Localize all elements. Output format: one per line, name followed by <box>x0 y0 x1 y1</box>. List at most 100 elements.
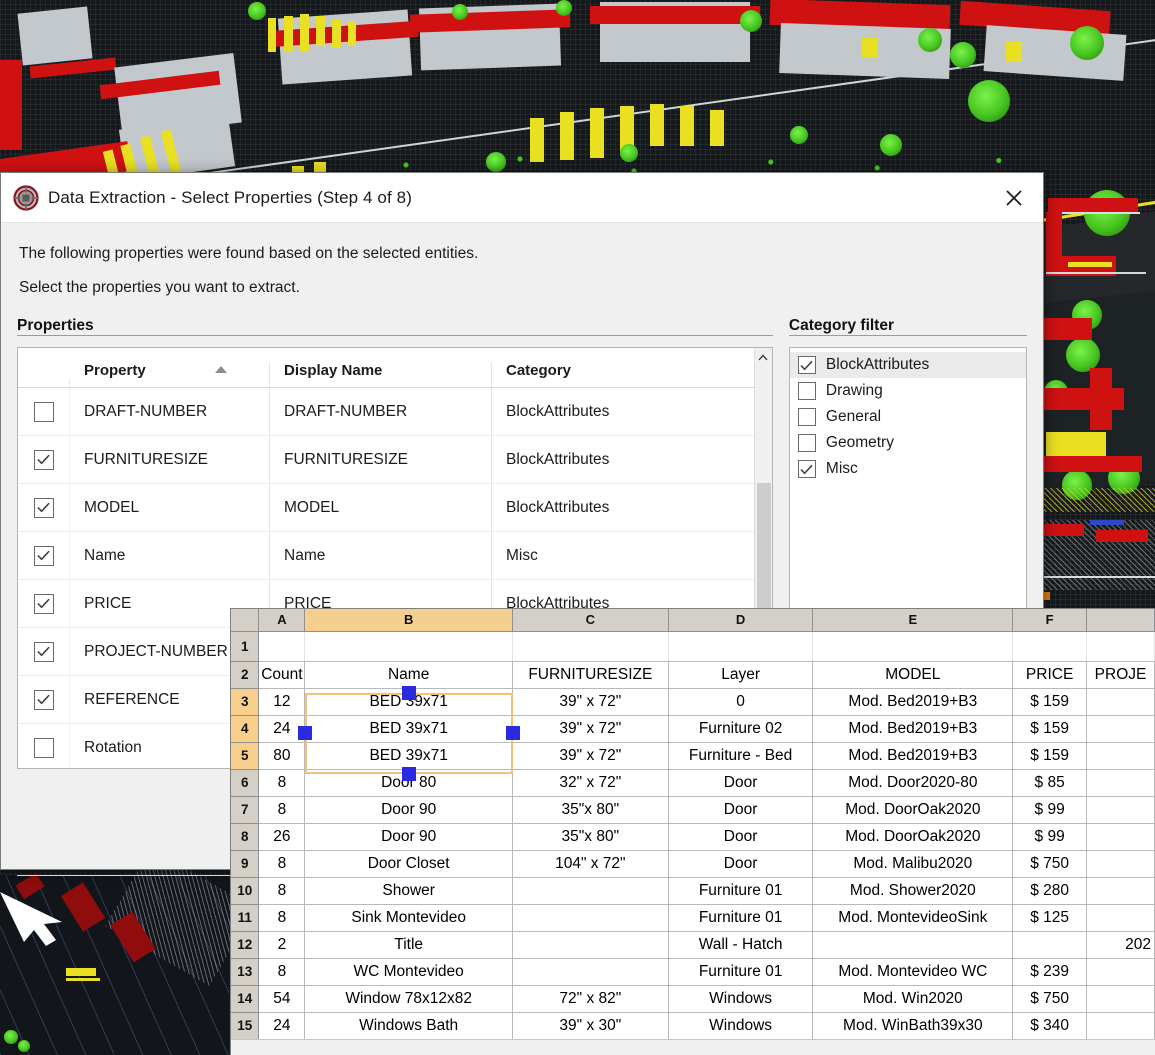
row-header[interactable]: 2 <box>231 661 259 688</box>
cell[interactable]: Furniture 01 <box>668 904 813 931</box>
cell[interactable]: 0 <box>668 688 813 715</box>
header-cell[interactable]: FURNITURESIZE <box>512 661 668 688</box>
spreadsheet[interactable]: ABCDEF12CountNameFURNITURESIZELayerMODEL… <box>230 608 1155 1055</box>
cell[interactable] <box>1013 631 1087 661</box>
property-row[interactable]: NameNameMisc <box>18 532 754 580</box>
spreadsheet-row[interactable]: 68Door 8032" x 72"DoorMod. Door2020-80$ … <box>231 769 1155 796</box>
cell[interactable]: $ 99 <box>1013 796 1087 823</box>
cell[interactable]: Door <box>668 850 813 877</box>
cell[interactable]: 32" x 72" <box>512 769 668 796</box>
cell[interactable]: Wall - Hatch <box>668 931 813 958</box>
header-cell[interactable]: Name <box>305 661 513 688</box>
cell[interactable]: BED 39x71 <box>305 688 513 715</box>
cell[interactable]: Title <box>305 931 513 958</box>
close-button[interactable] <box>991 175 1037 221</box>
cell[interactable] <box>668 631 813 661</box>
cell[interactable]: $ 750 <box>1013 985 1087 1012</box>
property-row[interactable]: MODELMODELBlockAttributes <box>18 484 754 532</box>
category-filter-item[interactable]: General <box>790 404 1026 430</box>
cell[interactable]: Mod. Door2020-80 <box>813 769 1013 796</box>
cell[interactable] <box>1087 1012 1155 1039</box>
spreadsheet-row[interactable]: 1 <box>231 631 1155 661</box>
category-filter-item[interactable]: BlockAttributes <box>790 352 1026 378</box>
cell[interactable]: BED 39x71 <box>305 715 513 742</box>
cell[interactable]: Shower <box>305 877 513 904</box>
cell[interactable]: 35"x 80" <box>512 823 668 850</box>
property-checkbox-cell[interactable] <box>18 676 70 723</box>
spreadsheet-row[interactable]: 1454Window 78x12x8272" x 82"WindowsMod. … <box>231 985 1155 1012</box>
cell[interactable]: 8 <box>259 904 305 931</box>
cell[interactable]: Mod. DoorOak2020 <box>813 796 1013 823</box>
column-header-B[interactable]: B <box>305 609 513 631</box>
property-checkbox-cell[interactable] <box>18 628 70 675</box>
cell[interactable]: 24 <box>259 1012 305 1039</box>
cell[interactable] <box>512 877 668 904</box>
row-header[interactable]: 12 <box>231 931 259 958</box>
column-header-category[interactable]: Category <box>492 362 754 387</box>
category-checkbox[interactable] <box>798 356 816 374</box>
cell[interactable]: 202 <box>1087 931 1155 958</box>
cell[interactable]: $ 85 <box>1013 769 1087 796</box>
cell[interactable]: $ 239 <box>1013 958 1087 985</box>
cell[interactable] <box>1087 769 1155 796</box>
property-checkbox-cell[interactable] <box>18 724 70 769</box>
cell[interactable]: Furniture 02 <box>668 715 813 742</box>
cell[interactable] <box>1013 931 1087 958</box>
property-checkbox-cell[interactable] <box>18 388 70 435</box>
category-filter-item[interactable]: Drawing <box>790 378 1026 404</box>
row-header[interactable]: 10 <box>231 877 259 904</box>
column-header-D[interactable]: D <box>668 609 813 631</box>
cell[interactable]: 8 <box>259 877 305 904</box>
spreadsheet-row[interactable]: 122TitleWall - Hatch202 <box>231 931 1155 958</box>
cell[interactable]: $ 159 <box>1013 742 1087 769</box>
spreadsheet-row[interactable]: 78Door 9035"x 80"DoorMod. DoorOak2020$ 9… <box>231 796 1155 823</box>
cell[interactable]: Mod. MontevideoSink <box>813 904 1013 931</box>
row-header[interactable]: 15 <box>231 1012 259 1039</box>
property-checkbox[interactable] <box>34 546 54 566</box>
category-checkbox[interactable] <box>798 408 816 426</box>
category-checkbox[interactable] <box>798 382 816 400</box>
row-header[interactable]: 11 <box>231 904 259 931</box>
spreadsheet-row[interactable]: 1524Windows Bath39" x 30"WindowsMod. Win… <box>231 1012 1155 1039</box>
cell[interactable]: Door <box>668 769 813 796</box>
cell[interactable]: 26 <box>259 823 305 850</box>
cell[interactable] <box>1087 796 1155 823</box>
property-checkbox[interactable] <box>34 402 54 422</box>
cell[interactable]: 8 <box>259 958 305 985</box>
scroll-up-button[interactable] <box>755 348 772 366</box>
cell[interactable] <box>305 631 513 661</box>
row-header[interactable]: 7 <box>231 796 259 823</box>
property-checkbox-cell[interactable] <box>18 532 70 579</box>
cell[interactable]: BED 39x71 <box>305 742 513 769</box>
spreadsheet-row[interactable]: 580BED 39x7139" x 72"Furniture - BedMod.… <box>231 742 1155 769</box>
cell[interactable]: $ 99 <box>1013 823 1087 850</box>
cell[interactable]: Mod. DoorOak2020 <box>813 823 1013 850</box>
column-header-E[interactable]: E <box>813 609 1013 631</box>
cell[interactable]: Furniture - Bed <box>668 742 813 769</box>
cell[interactable]: Windows <box>668 1012 813 1039</box>
category-filter-item[interactable]: Misc <box>790 456 1026 482</box>
cell[interactable]: 24 <box>259 715 305 742</box>
row-header[interactable]: 4 <box>231 715 259 742</box>
spreadsheet-row[interactable]: 108ShowerFurniture 01Mod. Shower2020$ 28… <box>231 877 1155 904</box>
property-checkbox[interactable] <box>34 498 54 518</box>
cell[interactable] <box>1087 742 1155 769</box>
column-header-C[interactable]: C <box>512 609 668 631</box>
column-header-property[interactable]: Property <box>70 362 270 387</box>
column-header-F[interactable]: F <box>1013 609 1087 631</box>
cell[interactable]: Mod. Bed2019+B3 <box>813 688 1013 715</box>
cell[interactable]: Door 90 <box>305 823 513 850</box>
property-checkbox[interactable] <box>34 594 54 614</box>
cell[interactable] <box>1087 904 1155 931</box>
column-header-g[interactable] <box>1087 609 1155 631</box>
cell[interactable]: Mod. Bed2019+B3 <box>813 715 1013 742</box>
row-header[interactable]: 9 <box>231 850 259 877</box>
cell[interactable] <box>1087 877 1155 904</box>
property-row[interactable]: DRAFT-NUMBERDRAFT-NUMBERBlockAttributes <box>18 388 754 436</box>
cell[interactable]: Sink Montevideo <box>305 904 513 931</box>
cell[interactable]: Windows <box>668 985 813 1012</box>
cell[interactable]: 35"x 80" <box>512 796 668 823</box>
cell[interactable]: Door Closet <box>305 850 513 877</box>
cell[interactable]: 72" x 82" <box>512 985 668 1012</box>
property-checkbox[interactable] <box>34 738 54 758</box>
